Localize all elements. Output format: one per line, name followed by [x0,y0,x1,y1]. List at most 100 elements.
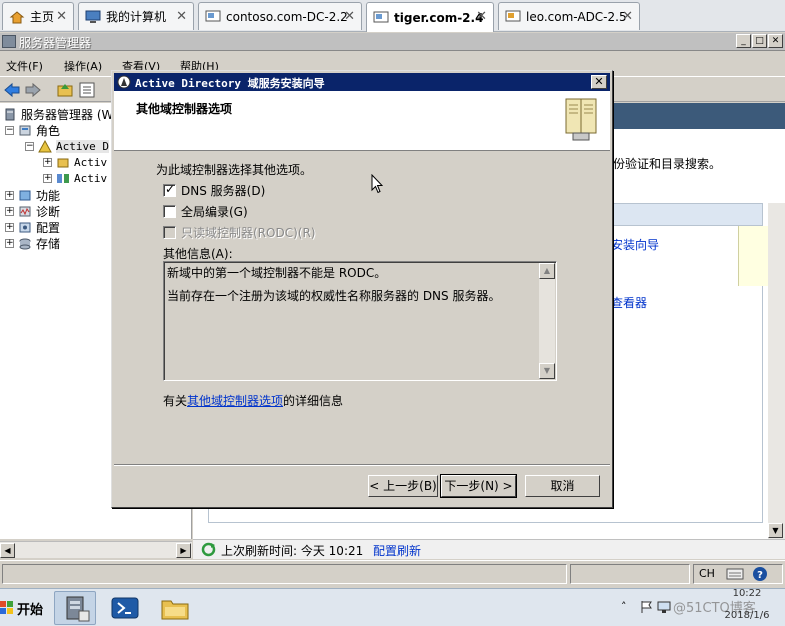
configure-refresh-link[interactable]: 配置刷新 [373,542,421,559]
close-icon[interactable]: ✕ [622,9,633,24]
tree-item-server-manager[interactable]: 服务器管理器 (W [3,106,113,122]
keyboard-icon[interactable] [726,567,744,581]
global-catalog-checkbox[interactable]: 全局编录(G) [163,203,248,220]
tab-label: contoso.com-DC-2.2 [226,9,348,24]
refresh-status-bar: 上次刷新时间: 今天 10:21 配置刷新 [193,539,785,559]
scroll-up-icon[interactable]: ▲ [539,263,555,279]
remote-desktop-icon [505,10,521,21]
taskbar-explorer[interactable] [154,591,196,625]
expand-icon[interactable]: + [5,190,14,200]
info-scrollbar[interactable]: ▲ ▼ [539,263,555,379]
network-icon[interactable] [657,600,671,614]
tree-label: 功能 [36,188,61,203]
close-icon[interactable]: ✕ [344,9,355,24]
tree-item-configuration[interactable]: + 配置 [5,219,60,235]
tree-item-features[interactable]: + 功能 [5,187,60,203]
menu-action[interactable]: 操作(A) [64,58,102,74]
diagnostics-icon [19,206,31,216]
back-button[interactable]: < 上一步(B) [368,475,438,497]
configuration-icon [19,222,31,232]
tree-item-ad-child-2[interactable]: + Activ [43,170,107,186]
more-info-link[interactable]: 其他域控制器选项 [187,394,283,408]
wizard-title-bar[interactable]: Active Directory 域服务安装向导 ✕ [114,73,610,91]
install-wizard-link[interactable]: 安装向导 [611,236,659,253]
help-icon[interactable]: ? [752,566,768,582]
remote-desktop-icon [373,11,389,22]
minimize-button[interactable]: _ [736,34,751,48]
taskbar-server-manager[interactable] [54,591,96,625]
mouse-cursor-icon [371,174,383,194]
wizard-close-button[interactable]: ✕ [591,75,607,89]
tree-item-storage[interactable]: + 存储 [5,235,60,251]
tree-label: 配置 [36,220,61,235]
wizard-page-title: 其他域控制器选项 [136,102,233,116]
expand-icon[interactable]: + [5,238,14,248]
tab-home[interactable]: 主页 ✕ [2,2,74,30]
back-arrow-icon[interactable] [3,81,21,99]
action-center-flag-icon[interactable] [639,600,653,614]
expand-icon[interactable]: + [5,222,14,232]
details-vertical-scrollbar[interactable]: ▼ [768,203,785,539]
additional-info-textbox[interactable]: 新域中的第一个域控制器不能是 RODC。 当前存在一个注册为该域的权威性名称服务… [163,261,557,381]
powershell-icon [111,597,139,619]
home-icon [9,10,25,23]
server-icon [5,108,15,120]
tray-expand-icon[interactable]: ˄ [621,600,627,613]
tab-my-computer[interactable]: 我的计算机 ✕ [78,2,194,30]
active-directory-icon [38,139,52,152]
checkbox-unchecked-icon[interactable] [163,205,176,218]
rodc-checkbox: 只读域控制器(RODC)(R) [163,224,315,241]
dns-server-checkbox[interactable]: DNS 服务器(D) [163,182,265,199]
ad-ds-installation-wizard: Active Directory 域服务安装向导 ✕ 其他域控制器选项 为此域控… [111,70,613,508]
ime-indicator[interactable]: CH [699,567,715,580]
directory-book-icon [565,98,597,141]
maximize-button[interactable]: □ [752,34,767,48]
tree-item-diagnostics[interactable]: + 诊断 [5,203,60,219]
tree-item-ad-ds[interactable]: − Active D [25,138,109,154]
tree-item-ad-child-1[interactable]: + Activ [43,154,107,170]
close-button[interactable]: ✕ [768,34,783,48]
close-icon[interactable]: ✕ [476,9,487,24]
tab-tiger[interactable]: tiger.com-2.4 ✕ [366,2,494,32]
server-manager-icon [2,35,16,48]
expand-icon[interactable]: + [43,157,52,167]
monitor-icon [85,10,101,23]
windows-flag-icon [0,601,13,614]
start-button[interactable]: 开始 [0,596,46,620]
expand-icon[interactable]: + [5,206,14,216]
more-info-text: 有关其他域控制器选项的详细信息 [163,392,343,409]
next-button[interactable]: 下一步(N) > [440,474,517,498]
menu-file[interactable]: 文件(F) [6,58,43,74]
close-icon[interactable]: ✕ [56,9,67,24]
tree-item-roles[interactable]: − 角色 [5,122,60,138]
tab-leo-adc[interactable]: leo.com-ADC-2.5 ✕ [498,2,640,30]
properties-icon[interactable] [78,81,96,99]
collapse-icon[interactable]: − [5,125,14,135]
cancel-button[interactable]: 取消 [525,475,600,497]
wizard-header: 其他域控制器选项 [114,91,610,151]
taskbar: 开始 ˄ @51CTO博客 10:22 2018/1/6 [0,588,785,626]
clock-date[interactable]: 2018/1/6 [717,610,777,621]
tab-contoso-dc[interactable]: contoso.com-DC-2.2 ✕ [198,2,362,30]
collapse-icon[interactable]: − [25,141,34,151]
storage-icon [19,238,31,249]
scroll-down-icon[interactable]: ▼ [768,523,783,538]
taskbar-powershell[interactable] [104,591,146,625]
up-folder-icon[interactable] [56,81,74,99]
folder-icon [57,158,69,167]
scroll-left-icon[interactable]: ◀ [0,543,15,558]
checkbox-label: DNS 服务器(D) [181,184,266,198]
tree-horizontal-scrollbar[interactable]: ◀ ▶ [0,541,192,558]
tree-label: Activ [74,155,108,169]
remote-desktop-icon [205,10,221,21]
wizard-title: Active Directory 域服务安装向导 [135,77,325,90]
forward-arrow-icon[interactable] [24,81,42,99]
scroll-down-icon[interactable]: ▼ [539,363,555,379]
expand-icon[interactable]: + [43,173,52,183]
clock-time[interactable]: 10:22 [717,588,777,599]
close-icon[interactable]: ✕ [176,9,187,24]
event-viewer-link[interactable]: 查看器 [611,294,647,311]
more-info-prefix: 有关 [163,394,188,408]
scroll-right-icon[interactable]: ▶ [176,543,191,558]
checkbox-checked-icon[interactable] [163,182,176,197]
